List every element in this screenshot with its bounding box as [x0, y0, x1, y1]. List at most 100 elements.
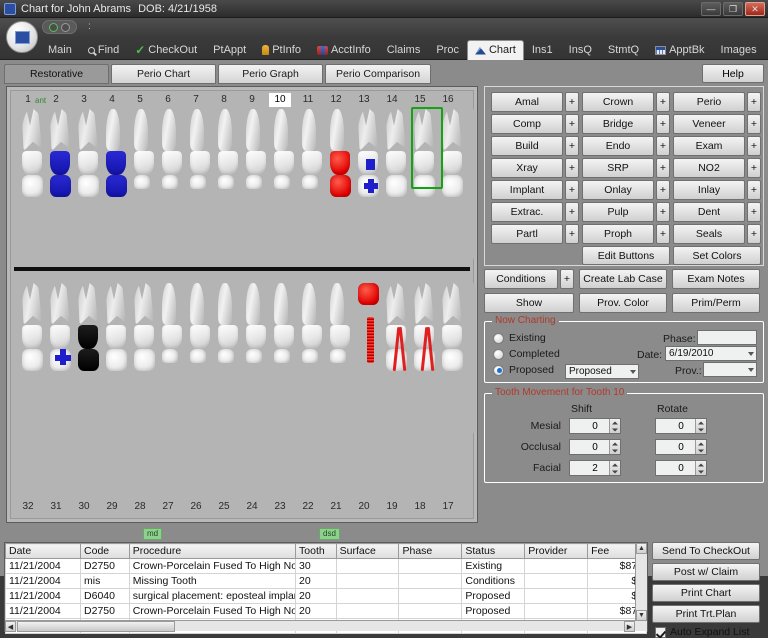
prov-color-button[interactable]: Prov. Color — [579, 293, 667, 313]
tooth-number-31[interactable]: 31 — [45, 500, 67, 514]
procedure-button-bridge[interactable]: Bridge — [582, 114, 654, 134]
tooth-14[interactable] — [386, 109, 412, 209]
procedure-button-srp[interactable]: SRP — [582, 158, 654, 178]
procedure-button-implant[interactable]: Implant — [491, 180, 563, 200]
exam-notes-button[interactable]: Exam Notes — [672, 269, 760, 289]
tooth-5[interactable] — [134, 109, 160, 209]
table-row[interactable]: 11/21/2004D2750Crown-Porcelain Fused To … — [6, 604, 647, 619]
procedure-button-inlay[interactable]: Inlay — [673, 180, 745, 200]
column-header-status[interactable]: Status — [462, 544, 525, 559]
tooth-chart-panel[interactable]: 12345678910111213141516ant 3231302928272… — [6, 86, 478, 523]
phase-input[interactable] — [697, 330, 757, 345]
procedure-plus-amal[interactable]: + — [565, 92, 579, 112]
maxillary-arch[interactable] — [16, 109, 476, 259]
nav-item-ptappt[interactable]: PtAppt — [205, 40, 254, 60]
stepper-arrows-icon[interactable] — [695, 461, 706, 475]
radio-completed-dot[interactable] — [493, 349, 504, 360]
column-header-tooth[interactable]: Tooth — [296, 544, 337, 559]
tooth-number-11[interactable]: 11 — [297, 93, 319, 107]
tooth-number-10[interactable]: 10 — [269, 93, 291, 107]
subtab-perio-chart[interactable]: Perio Chart — [111, 64, 216, 84]
nav-item-acctinfo[interactable]: AcctInfo — [309, 40, 379, 60]
tooth-32[interactable] — [22, 283, 48, 383]
provider-combo[interactable] — [703, 362, 757, 377]
hscroll-thumb[interactable] — [17, 621, 175, 632]
tooth-number-9[interactable]: 9 — [241, 93, 263, 107]
tooth-number-22[interactable]: 22 — [297, 500, 319, 514]
tooth-number-18[interactable]: 18 — [409, 500, 431, 514]
tooth-number-21[interactable]: 21 — [325, 500, 347, 514]
tooth-number-24[interactable]: 24 — [241, 500, 263, 514]
refresh-icon[interactable] — [49, 23, 58, 32]
tooth-number-19[interactable]: 19 — [381, 500, 403, 514]
nav-item-images[interactable]: Images — [713, 40, 765, 60]
facial-shift-stepper[interactable]: 2 — [569, 460, 621, 476]
procedure-plus-onlay[interactable]: + — [656, 180, 670, 200]
tooth-21[interactable] — [330, 283, 356, 383]
restore-icon[interactable]: ❐ — [723, 2, 743, 16]
nav-item-insq[interactable]: InsQ — [561, 40, 600, 60]
tooth-1[interactable] — [22, 109, 48, 209]
radio-existing-dot[interactable] — [493, 333, 504, 344]
procedure-plus-endo[interactable]: + — [656, 136, 670, 156]
nav-item-claims[interactable]: Claims — [379, 40, 429, 60]
procedure-button-proph[interactable]: Proph — [582, 224, 654, 244]
tooth-number-3[interactable]: 3 — [73, 93, 95, 107]
tooth-number-30[interactable]: 30 — [73, 500, 95, 514]
mesial-rotate-stepper[interactable]: 0 — [655, 418, 707, 434]
procedure-plus-no2[interactable]: + — [747, 158, 761, 178]
minimize-icon[interactable]: — — [701, 2, 721, 16]
procedure-button-onlay[interactable]: Onlay — [582, 180, 654, 200]
procedure-plus-proph[interactable]: + — [656, 224, 670, 244]
subtab-restorative[interactable]: Restorative — [4, 64, 109, 84]
column-header-provider[interactable]: Provider — [525, 544, 588, 559]
tooth-number-26[interactable]: 26 — [185, 500, 207, 514]
tooth-7[interactable] — [190, 109, 216, 209]
tooth-number-7[interactable]: 7 — [185, 93, 207, 107]
tooth-24[interactable] — [246, 283, 272, 383]
tooth-number-8[interactable]: 8 — [213, 93, 235, 107]
tooth-16[interactable] — [442, 109, 468, 209]
subtab-perio-comparison[interactable]: Perio Comparison — [325, 64, 431, 84]
procedure-plus-crown[interactable]: + — [656, 92, 670, 112]
help-button[interactable]: Help — [702, 64, 764, 83]
occlusal-shift-stepper[interactable]: 0 — [569, 439, 621, 455]
stepper-arrows-icon[interactable] — [609, 419, 620, 433]
nav-item-ptinfo[interactable]: PtInfo — [254, 40, 309, 60]
procedure-plus-build[interactable]: + — [565, 136, 579, 156]
close-icon[interactable]: ✕ — [745, 2, 765, 16]
tooth-27[interactable] — [162, 283, 188, 383]
procedure-plus-inlay[interactable]: + — [747, 180, 761, 200]
tooth-8[interactable] — [218, 109, 244, 209]
prim-perm-button[interactable]: Prim/Perm — [672, 293, 760, 313]
nav-item-proc[interactable]: Proc — [428, 40, 467, 60]
nav-item-find[interactable]: Find — [80, 40, 127, 60]
tooth-15[interactable] — [414, 109, 440, 209]
procedure-button-pulp[interactable]: Pulp — [582, 202, 654, 222]
tooth-number-4[interactable]: 4 — [101, 93, 123, 107]
tooth-22[interactable] — [302, 283, 328, 383]
radio-proposed-dot[interactable] — [493, 365, 504, 376]
procedure-plus-bridge[interactable]: + — [656, 114, 670, 134]
procedure-plus-exam[interactable]: + — [747, 136, 761, 156]
nav-item-stmtq[interactable]: StmtQ — [600, 40, 647, 60]
nav-item-chart[interactable]: Chart — [467, 40, 524, 60]
tooth-12[interactable] — [330, 109, 356, 209]
tooth-31[interactable] — [50, 283, 76, 383]
tooth-number-14[interactable]: 14 — [381, 93, 403, 107]
tooth-30[interactable] — [78, 283, 104, 383]
table-row[interactable]: 11/21/2004D2750Crown-Porcelain Fused To … — [6, 559, 647, 574]
radio-completed[interactable]: Completed — [493, 348, 560, 360]
date-picker[interactable]: 6/19/2010 — [665, 346, 757, 361]
mesial-shift-stepper[interactable]: 0 — [569, 418, 621, 434]
tooth-29[interactable] — [106, 283, 132, 383]
radio-existing[interactable]: Existing — [493, 332, 546, 344]
tooth-number-13[interactable]: 13 — [353, 93, 375, 107]
procedure-button-partl[interactable]: Partl — [491, 224, 563, 244]
tooth-number-2[interactable]: 2 — [45, 93, 67, 107]
auto-expand-checkbox[interactable] — [655, 627, 666, 638]
surface-tag-dsd[interactable]: dsd — [319, 528, 340, 540]
procedure-plus-dent[interactable]: + — [747, 202, 761, 222]
radio-proposed[interactable]: Proposed — [493, 364, 554, 376]
grid-horizontal-scrollbar[interactable]: ◀ ▶ — [5, 620, 647, 631]
